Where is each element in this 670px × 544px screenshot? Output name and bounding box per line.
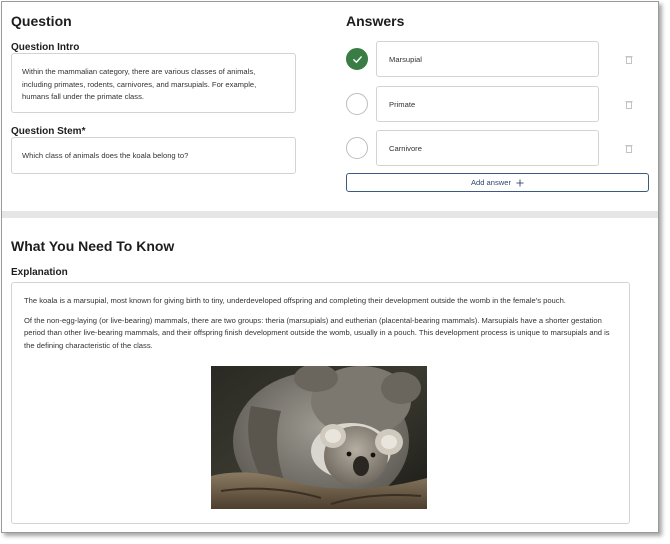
section-divider [2,211,658,218]
answer-field-primate[interactable]: Primate [376,86,599,122]
answer-label: Primate [389,99,416,109]
question-intro-label: Question Intro [11,42,80,53]
question-stem-label: Question Stem* [11,126,86,137]
explanation-label: Explanation [11,267,68,278]
answer-radio-carnivore[interactable] [346,137,368,159]
explanation-paragraph-2: Of the non-egg-laying (or live-bearing) … [24,315,610,350]
add-answer-button[interactable]: Add answer [346,173,649,192]
question-answers-section: Question Question Intro Within the mamma… [2,2,658,211]
question-intro-field[interactable]: Within the mammalian category, there are… [11,53,296,113]
answers-heading: Answers [346,13,405,29]
answer-label: Carnivore [389,143,422,153]
koala-photo [211,366,427,509]
check-icon [352,55,362,63]
answer-label: Marsupial [389,54,422,64]
trash-icon[interactable] [625,55,633,64]
editor-frame: Question Question Intro Within the mamma… [1,1,659,533]
answer-radio-primate[interactable] [346,93,368,115]
trash-icon[interactable] [625,144,633,153]
know-heading: What You Need To Know [11,238,175,254]
plus-icon [516,179,524,186]
what-you-need-to-know-section: What You Need To Know Explanation The ko… [2,218,658,532]
question-stem-field[interactable]: Which class of animals does the koala be… [11,137,296,174]
answer-field-carnivore[interactable]: Carnivore [376,130,599,166]
add-answer-label: Add answer [470,178,512,187]
question-stem-text: Which class of animals does the koala be… [22,151,189,160]
question-intro-text: Within the mammalian category, there are… [22,67,257,102]
answer-radio-marsupial[interactable] [346,48,368,70]
explanation-field[interactable]: The koala is a marsupial, most known for… [11,282,630,524]
explanation-paragraph-1: The koala is a marsupial, most known for… [24,296,566,305]
question-heading: Question [11,13,72,29]
trash-icon[interactable] [625,100,633,109]
answer-field-marsupial[interactable]: Marsupial [376,41,599,77]
